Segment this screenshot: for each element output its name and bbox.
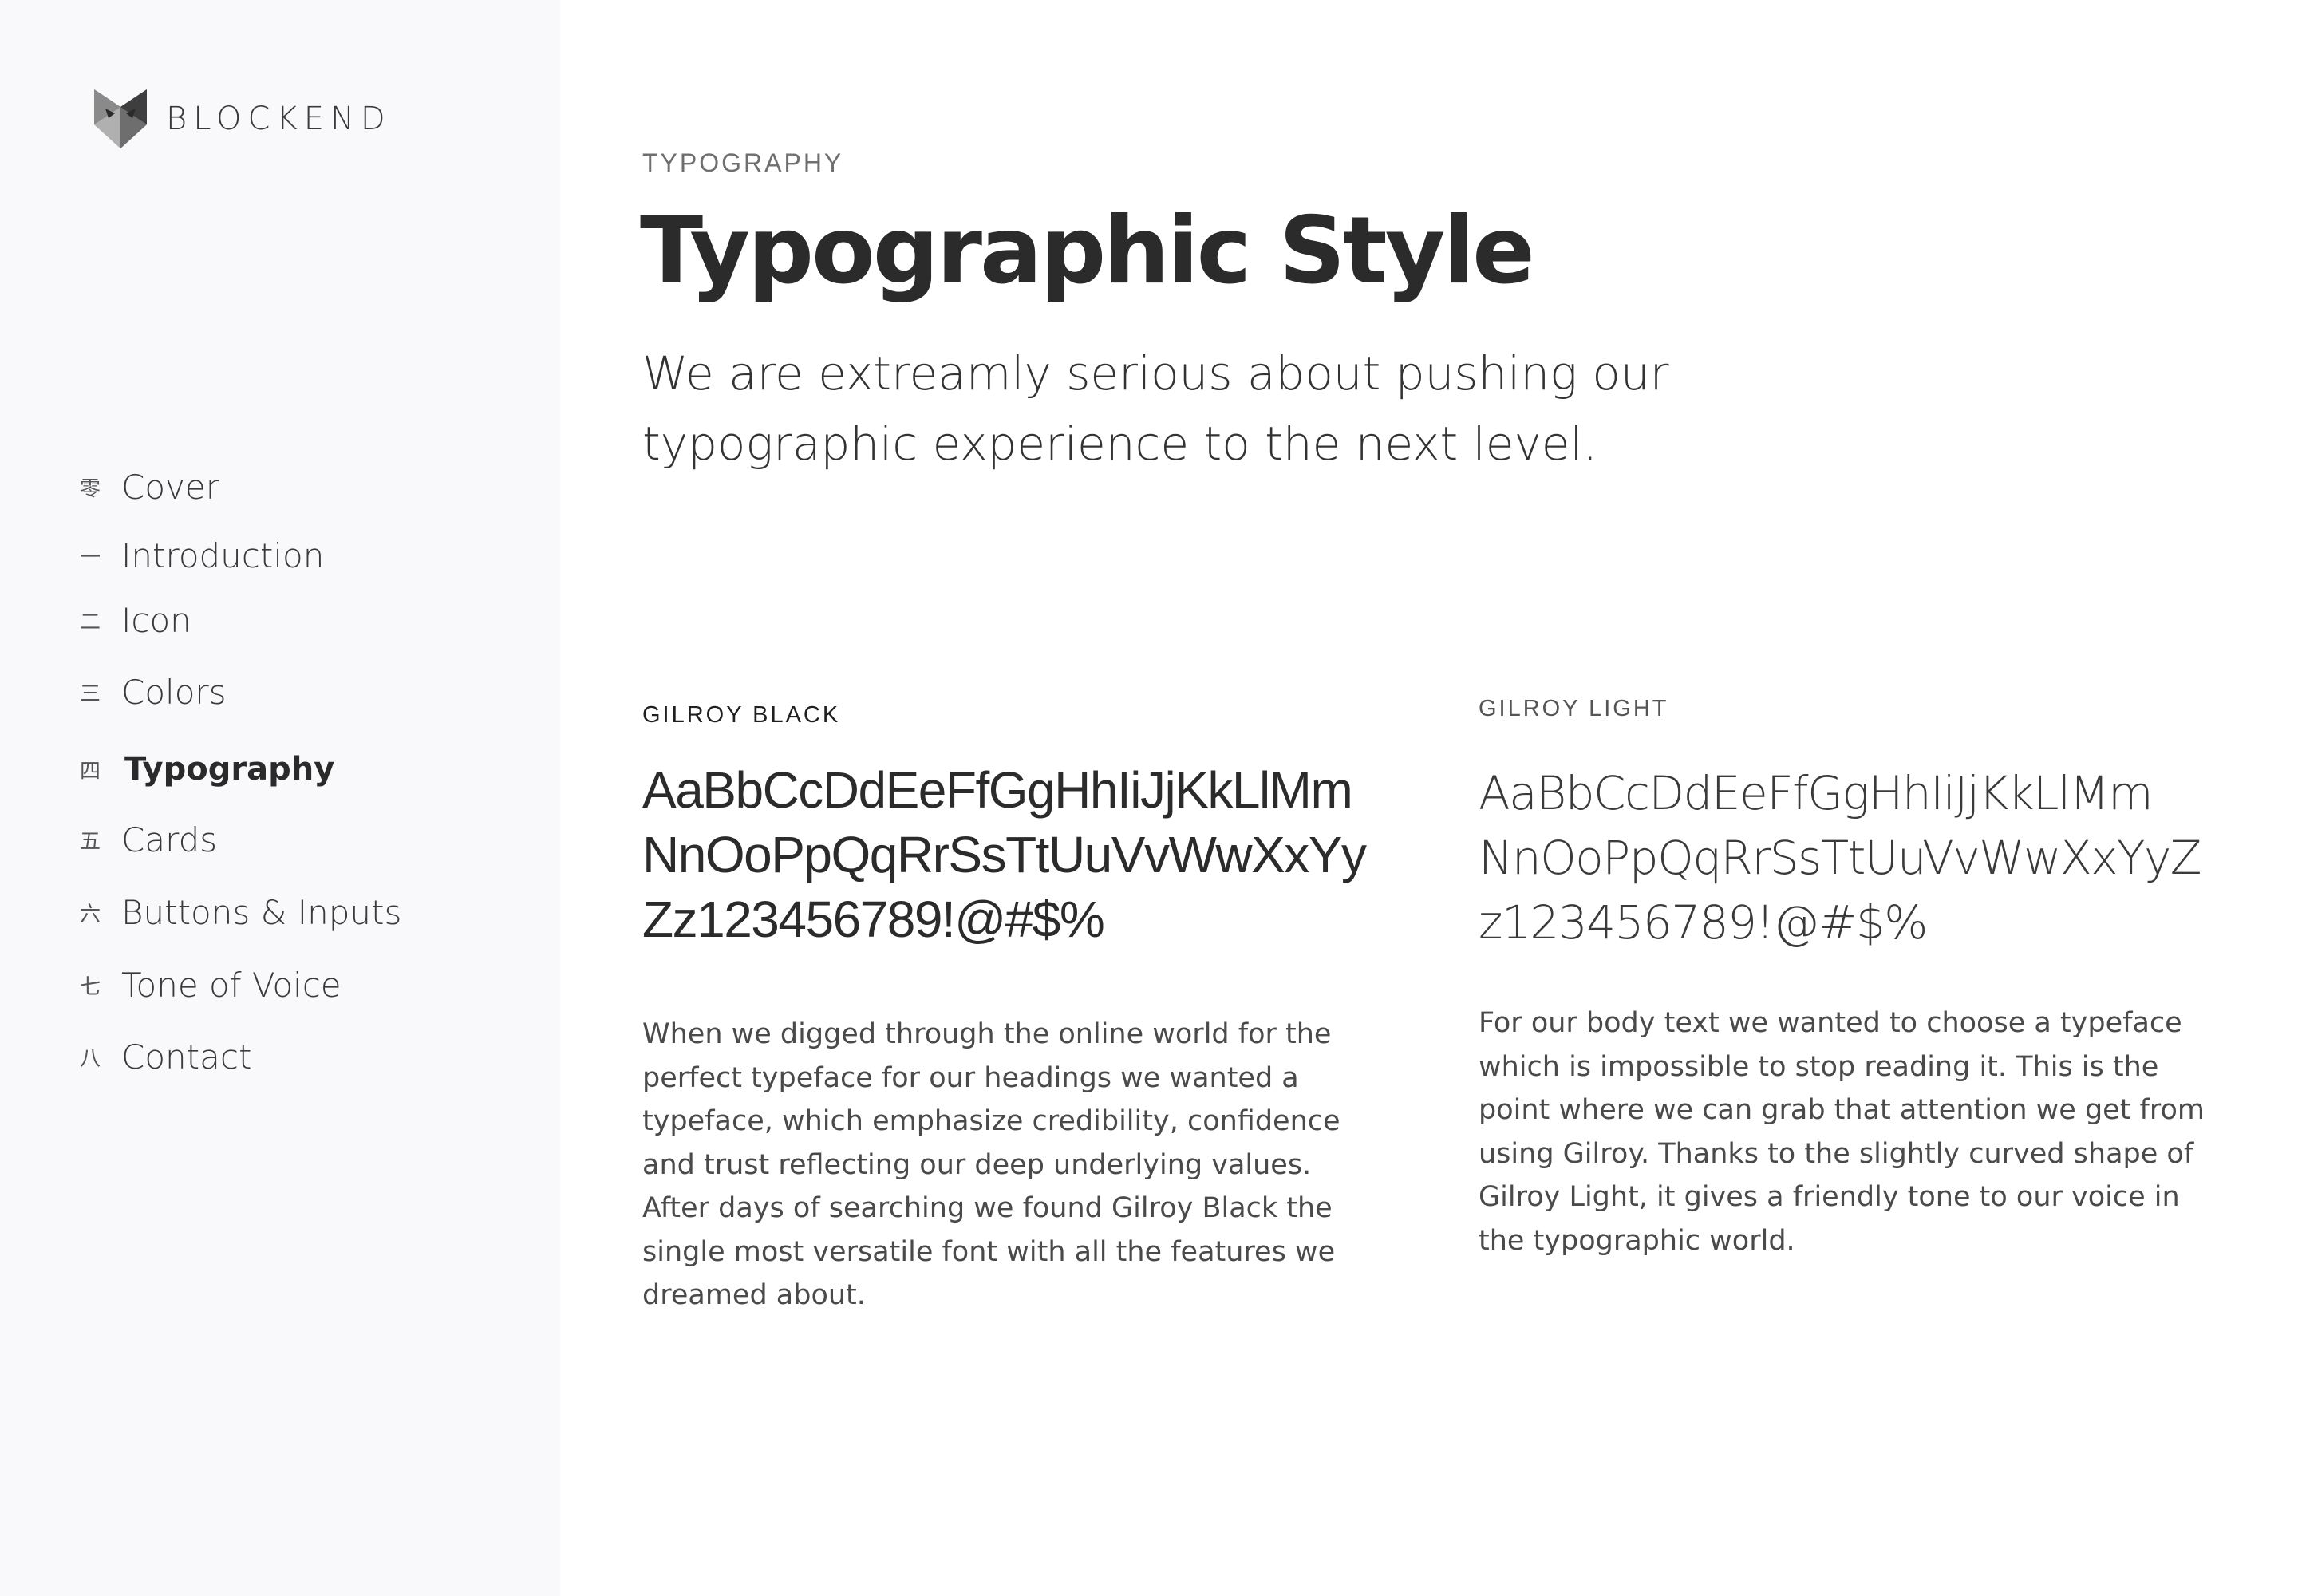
nav-number: 六 (80, 903, 101, 926)
nav-item-typography[interactable]: 四 Typography (80, 751, 334, 788)
specimen-line: AaBbCcDdEeFfGgHhIiJjKkLlMm (1479, 766, 2154, 820)
font-description: For our body text we wanted to choose a … (1479, 1007, 2205, 1257)
nav-number: 五 (80, 830, 101, 854)
nav-number: 七 (80, 975, 101, 999)
specimen-line: NnOoPpQqRrSsTtUuVvWwXxYyZ (1479, 831, 2202, 885)
nav-number: 四 (80, 759, 101, 784)
nav-label: Colors (121, 673, 227, 712)
font-description: When we digged through the online world … (642, 1018, 1340, 1311)
lead-paragraph: We are extreamly serious about pushing o… (642, 346, 1669, 471)
nav-item-cover[interactable]: 零 Cover (80, 468, 219, 507)
section-eyebrow: TYPOGRAPHY (642, 148, 844, 177)
nav-item-tone-of-voice[interactable]: 七 Tone of Voice (80, 966, 342, 1005)
brand-name: BLOCKEND (166, 101, 392, 137)
nav-number: 二 (80, 610, 101, 634)
specimen-line: z123456789!@#$% (1479, 895, 1928, 950)
nav-item-colors[interactable]: 三 Colors (80, 673, 227, 712)
nav-label: Icon (121, 601, 192, 640)
fox-head-icon (94, 89, 147, 148)
font-specimen: AaBbCcDdEeFfGgHhIiJjKkLlMm NnOoPpQqRrSsT… (1479, 761, 2213, 955)
nav-label: Contact (121, 1037, 252, 1077)
nav-number: 三 (80, 682, 101, 706)
specimen-line: Zz123456789!@#$% (642, 891, 1105, 948)
font-card-gilroy-black: GILROY BLACK AaBbCcDdEeFfGgHhIiJjKkLlMm … (642, 702, 1367, 1317)
nav-label: Cards (121, 820, 218, 859)
nav-label: Introduction (121, 536, 325, 575)
nav-label: Buttons & Inputs (121, 893, 402, 932)
nav-item-contact[interactable]: 八 Contact (80, 1037, 251, 1077)
nav-number: 八 (80, 1047, 101, 1071)
specimen-line: AaBbCcDdEeFfGgHhIiJjKkLlMm (642, 761, 1353, 819)
nav-item-introduction[interactable]: 一 Introduction (80, 536, 324, 575)
specimen-line: NnOoPpQqRrSsTtUuVvWwXxYy (642, 826, 1367, 883)
font-card-gilroy-light: GILROY LIGHT AaBbCcDdEeFfGgHhIiJjKkLlMm … (1479, 696, 2213, 1262)
nav-number: 零 (80, 477, 101, 501)
font-name: GILROY BLACK (642, 702, 841, 728)
nav-item-icon[interactable]: 二 Icon (80, 601, 192, 640)
font-specimen: AaBbCcDdEeFfGgHhIiJjKkLlMm NnOoPpQqRrSsT… (642, 758, 1367, 952)
font-name: GILROY LIGHT (1479, 696, 1669, 721)
page-title: Typographic Style (640, 197, 1535, 305)
brand[interactable]: BLOCKEND (94, 89, 392, 148)
nav-item-cards[interactable]: 五 Cards (80, 820, 217, 859)
nav-number: 一 (80, 546, 101, 570)
nav-item-buttons-inputs[interactable]: 六 Buttons & Inputs (80, 893, 401, 932)
nav-label: Tone of Voice (121, 966, 342, 1005)
nav-label: Typography (124, 751, 335, 788)
nav-label: Cover (121, 468, 219, 507)
sidebar: BLOCKEND 零 Cover 一 Introduction 二 Icon 三… (0, 0, 560, 1596)
